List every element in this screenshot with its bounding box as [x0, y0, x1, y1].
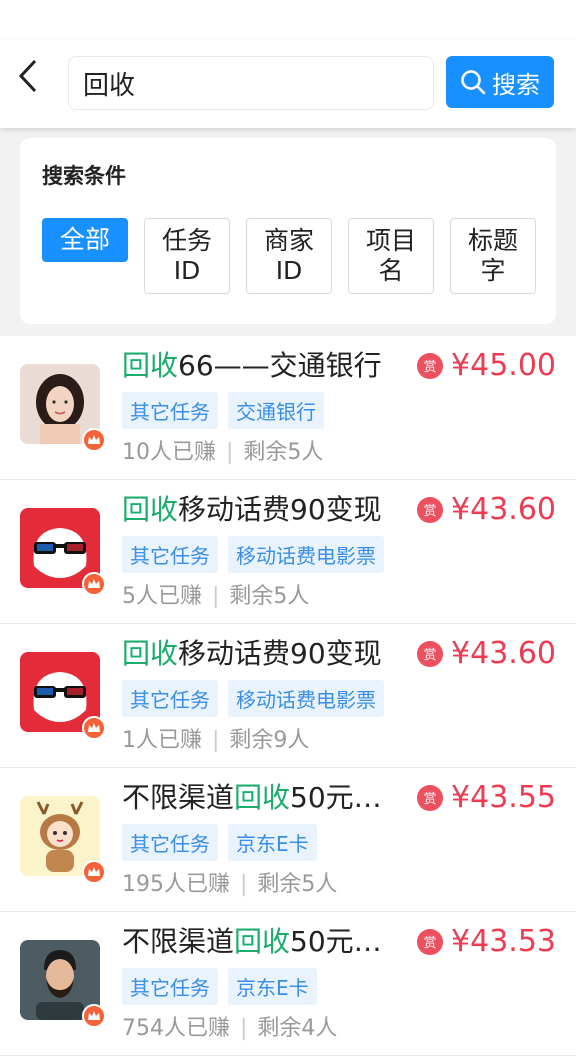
search-conditions-title: 搜索条件: [42, 164, 126, 188]
reward-badge-icon: 赏: [417, 784, 444, 811]
task-stats: 10人已赚 | 剩余5人: [122, 440, 324, 465]
task-tag: 京东E卡: [228, 824, 317, 861]
reward-badge-icon: 赏: [417, 640, 444, 667]
crown-icon: [82, 1004, 106, 1028]
task-stats: 754人已赚 | 剩余4人: [122, 1016, 338, 1041]
status-bar-area: [0, 0, 576, 40]
task-price: ¥45.00: [451, 348, 556, 383]
task-tag: 京东E卡: [228, 968, 317, 1005]
task-reward: 赏 ¥45.00: [417, 348, 556, 383]
filter-chip-task-id[interactable]: 任务ID: [144, 218, 230, 294]
crown-icon: [82, 572, 106, 596]
task-tags: 其它任务 移动话费电影票: [122, 536, 384, 573]
task-tag: 交通银行: [228, 392, 324, 429]
search-input[interactable]: [83, 68, 419, 98]
task-stats: 5人已赚 | 剩余5人: [122, 584, 310, 609]
task-list-item[interactable]: 不限渠道回收50元京东E卡 其它任务 京东E卡 195人已赚|剩余5人 赏 ¥4…: [0, 768, 576, 912]
crown-icon: [82, 428, 106, 452]
task-reward: 赏 ¥43.60: [417, 636, 556, 671]
filter-chip-title-text[interactable]: 标题字: [450, 218, 536, 294]
task-tag: 其它任务: [122, 536, 218, 573]
task-reward: 赏 ¥43.60: [417, 492, 556, 527]
task-reward: 赏 ¥43.55: [417, 780, 556, 815]
task-reward: 赏 ¥43.53: [417, 924, 556, 959]
task-title: 不限渠道回收50元京东E卡: [122, 781, 402, 814]
search-button-label: 搜索: [492, 70, 540, 99]
task-list-item[interactable]: 回收66——交通银行 其它任务 交通银行 10人已赚 | 剩余5人 赏 ¥45.00: [0, 336, 576, 480]
task-tag: 其它任务: [122, 968, 218, 1005]
task-tags: 其它任务 交通银行: [122, 392, 324, 429]
task-title: 回收移动话费90变现: [122, 493, 382, 526]
chevron-left-icon: [18, 59, 37, 93]
task-tags: 其它任务 京东E卡: [122, 968, 317, 1005]
task-list-item[interactable]: 回收移动话费90变现 其它任务 移动话费电影票 1人已赚 | 剩余9人 赏 ¥43.…: [0, 624, 576, 768]
crown-icon: [82, 716, 106, 740]
task-tags: 其它任务 移动话费电影票: [122, 680, 384, 717]
task-tags: 其它任务 京东E卡: [122, 824, 317, 861]
task-tag: 移动话费电影票: [228, 680, 384, 717]
task-tag: 其它任务: [122, 824, 218, 861]
task-tag: 其它任务: [122, 392, 218, 429]
search-field[interactable]: [68, 56, 434, 110]
filter-chip-all[interactable]: 全部: [42, 218, 128, 262]
filter-chip-merchant-id[interactable]: 商家ID: [246, 218, 332, 294]
task-stats: 195人已赚 | 剩余5人: [122, 872, 338, 897]
task-title: 回收移动话费90变现: [122, 637, 382, 670]
task-price: ¥43.60: [451, 636, 556, 671]
task-title: 不限渠道回收50元京东E卡: [122, 925, 402, 958]
back-button[interactable]: [10, 58, 46, 94]
search-button[interactable]: 搜索: [446, 56, 554, 108]
task-list-item[interactable]: 回收移动话费90变现 其它任务 移动话费电影票 5人已赚 | 剩余5人 赏 ¥43.…: [0, 480, 576, 624]
task-price: ¥43.53: [451, 924, 556, 959]
task-list-item[interactable]: 不限渠道回收50元京东E卡 其它任务 京东E卡 754人已赚|剩余4人 赏 ¥4…: [0, 912, 576, 1056]
reward-badge-icon: 赏: [417, 496, 444, 523]
crown-icon: [82, 860, 106, 884]
search-icon: [461, 70, 486, 95]
reward-badge-icon: 赏: [417, 352, 444, 379]
task-tag: 其它任务: [122, 680, 218, 717]
search-header: 搜索: [0, 40, 576, 128]
task-tag: 移动话费电影票: [228, 536, 384, 573]
task-stats: 1人已赚 | 剩余9人: [122, 728, 310, 753]
task-price: ¥43.60: [451, 492, 556, 527]
task-title: 回收66——交通银行: [122, 349, 382, 382]
task-list: 回收66——交通银行 其它任务 交通银行 10人已赚 | 剩余5人 赏 ¥45.00…: [0, 336, 576, 1056]
filter-chip-project-name[interactable]: 项目名: [348, 218, 434, 294]
reward-badge-icon: 赏: [417, 928, 444, 955]
search-conditions-card: 搜索条件 全部 任务ID 商家ID 项目名 标题字: [20, 138, 556, 324]
task-price: ¥43.55: [451, 780, 556, 815]
